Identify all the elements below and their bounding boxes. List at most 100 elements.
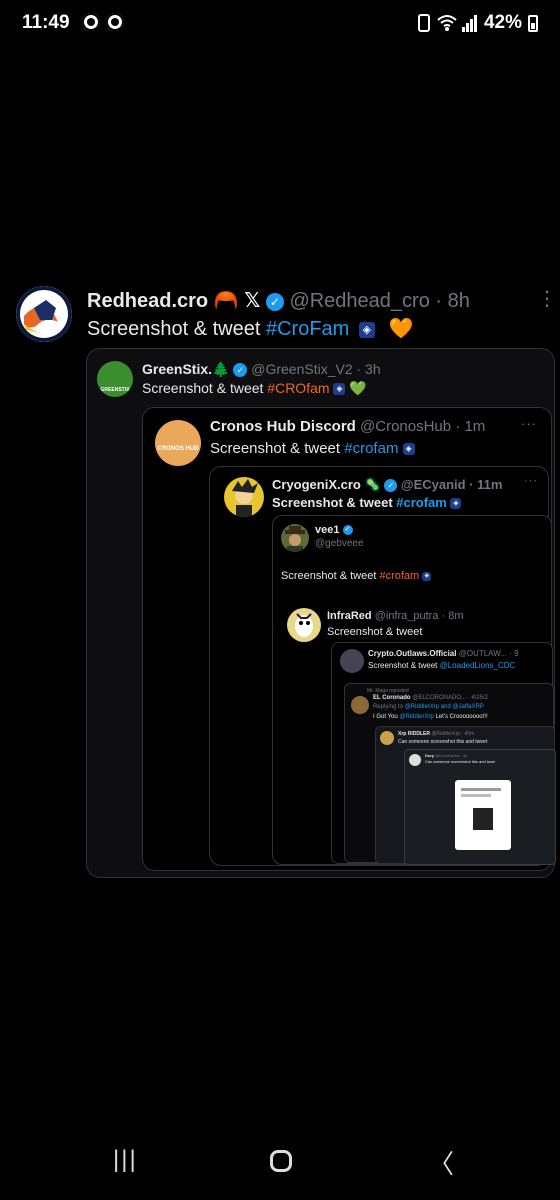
quote-header: vee1 ✓ [315,524,353,536]
verified-icon: ✓ [233,363,248,378]
quoted-tweet[interactable]: vee1 ✓ @gebveee Screenshot & tweet #crof… [272,515,556,865]
repost-label: Mr. Magu reposted [367,688,409,694]
author-handle[interactable]: @gebveee [315,538,364,549]
quote-header: EL Coronado @ELCORONADO... · 4/25/2 [373,695,488,701]
author-name[interactable]: Cronos Hub Discord [210,418,356,435]
reply-to: Replying to @RiddlerXrp and @JaffaXRP [373,704,484,710]
quoted-tweet[interactable]: CRONOS HUB Cronos Hub Discord @CronosHub… [142,407,556,871]
more-icon[interactable]: ··· [521,416,537,431]
wifi-icon [437,14,457,32]
virus-emoji: 🦠 [364,477,381,492]
author-handle[interactable]: @GreenStix_V2 · 3h [251,361,380,377]
tweet-text: Screenshot & tweet #CroFam ◈ 🧡 [87,316,413,341]
author-name[interactable]: Xrp RIDDLER [398,731,430,737]
quote-body: Screenshot & tweet [368,661,440,670]
back-button[interactable]: 〈 [428,1144,454,1181]
avatar[interactable] [287,608,321,642]
settings-notification-icon [106,13,124,31]
hashtag[interactable]: #crofam [396,495,447,510]
avatar[interactable] [351,696,369,714]
cro-icon: ◈ [402,443,415,456]
heart-emoji: 🧡 [388,318,414,340]
tweet[interactable]: Redhead.cro 🦰 𝕏 ✓ @Redhead_cro · 8h ⋮ Sc… [0,280,560,880]
nested-screenshot-image[interactable] [455,780,511,850]
more-icon[interactable]: ··· [524,475,538,487]
quote-body: Screenshot & tweet [210,440,345,457]
recents-button[interactable]: ||| [113,1146,138,1174]
cro-icon: ◈ [450,498,462,510]
mention[interactable]: @LoadedLions_CDC [440,661,516,670]
quote-header: InfraRed @infra_putra · 8m [327,610,464,622]
author-handle[interactable]: @infra_putra · 8m [375,610,464,622]
author-handle[interactable]: @DoryNaked · 4h [435,753,467,758]
quoted-tweet[interactable]: Mr. Magu reposted EL Coronado @ELCORONAD… [344,683,556,865]
quote-body: Screenshot & tweet [272,495,397,510]
quote-body: Screenshot & tweet [327,626,423,638]
avatar[interactable] [409,754,421,766]
author-name[interactable]: InfraRed [327,610,372,622]
avatar[interactable] [340,649,364,673]
quote-body: Let's Croooooooo!!! [433,714,488,720]
hashtag[interactable]: #CroFam [266,318,349,340]
quote-body: I Got You [373,714,400,720]
author-handle[interactable]: @CronosHub · 1m [360,418,485,435]
tweet-header: Redhead.cro 🦰 𝕏 ✓ @Redhead_cro · 8h [87,288,527,313]
quoted-tweet[interactable]: CryogeniX.cro 🦠 ✓ @ECyanid · 11m ··· Scr… [209,466,556,866]
more-icon[interactable]: ⋮ [537,286,558,311]
author-name[interactable]: vee1 [315,524,339,536]
author-name[interactable]: CryogeniX.cro [272,477,361,492]
author-name[interactable]: Redhead.cro [87,290,208,312]
tweet-time: · 8h [435,290,470,312]
home-button[interactable] [270,1150,292,1172]
quote-text: Screenshot & tweet #CROfam ◈ 💚 [142,380,367,397]
avatar[interactable]: CRONOS HUB [155,420,201,466]
verified-icon: ✓ [265,292,284,311]
avatar[interactable]: GREENSTIX [97,361,133,397]
author-name[interactable]: EL Coronado [373,695,411,701]
quoted-tweet[interactable]: Dory @DoryNaked · 4h Can someone screens… [404,749,556,865]
hashtag[interactable]: #crofam [344,440,398,457]
quoted-tweet[interactable]: Xrp RIDDLER @RiddlerXrp · 40m Can someon… [375,726,556,865]
avatar[interactable] [281,524,309,552]
quote-body: Can someone screenshot this and twee [425,759,496,764]
clock: 11:49 [22,12,70,33]
quote-text: Screenshot & tweet #crofam ◈ [210,440,415,457]
quoted-tweet[interactable]: Crypto.Outlaws.Official @OUTLAW... · 9 S… [331,642,556,865]
quote-header: Cronos Hub Discord @CronosHub · 1m [210,418,485,435]
hashtag[interactable]: #CROfam [267,380,329,396]
avatar[interactable] [224,477,264,517]
nfc-icon [418,14,430,32]
quote-body: Screenshot & tweet [281,570,380,582]
author-handle[interactable]: @RiddlerXrp · 40m [431,731,474,737]
mention[interactable]: @RiddlerXrp and @JaffaXRP [405,704,484,710]
system-nav-bar: ||| 〈 [0,1130,560,1200]
quote-text: I Got You @RiddlerXrp Let's Croooooooo!!… [373,714,488,720]
verified-icon: ✓ [384,479,398,493]
reply-prefix: Replying to [373,704,405,710]
quote-header: Crypto.Outlaws.Official @OUTLAW... · 9 [368,649,519,658]
author-handle[interactable]: @OUTLAW... · 9 [459,649,519,658]
author-handle[interactable]: @ELCORONADO... · 4/25/2 [412,695,488,701]
cro-icon: ◈ [358,321,375,338]
cro-icon: ◈ [333,383,346,396]
avatar[interactable] [380,731,394,745]
author-handle[interactable]: @Redhead_cro [289,290,429,312]
author-name[interactable]: Crypto.Outlaws.Official [368,649,456,658]
avatar[interactable] [16,286,72,342]
quote-header: CryogeniX.cro 🦠 ✓ @ECyanid · 11m [272,477,502,493]
hair-emoji: 🦰 [213,290,239,312]
mention[interactable]: @RiddlerXrp [399,714,433,720]
verified-icon: ✓ [342,525,353,536]
signal-icon [462,14,480,32]
x-icon: 𝕏 [244,290,261,312]
author-name[interactable]: Dory [425,753,434,758]
quote-text: Screenshot & tweet #crofam ◈ [281,570,432,582]
cro-icon: ◈ [422,571,432,581]
quote-header: Dory @DoryNaked · 4h [425,753,467,758]
author-handle[interactable]: @ECyanid · 11m [401,477,503,492]
author-name[interactable]: GreenStix.🌲 [142,361,229,377]
quote-body: Can someone screenshot this and tweet [398,739,488,745]
hashtag[interactable]: #crofam [379,570,419,582]
tweet-body: Screenshot & tweet [87,318,266,340]
quoted-tweet[interactable]: GREENSTIX GreenStix.🌲 ✓ @GreenStix_V2 · … [86,348,556,878]
